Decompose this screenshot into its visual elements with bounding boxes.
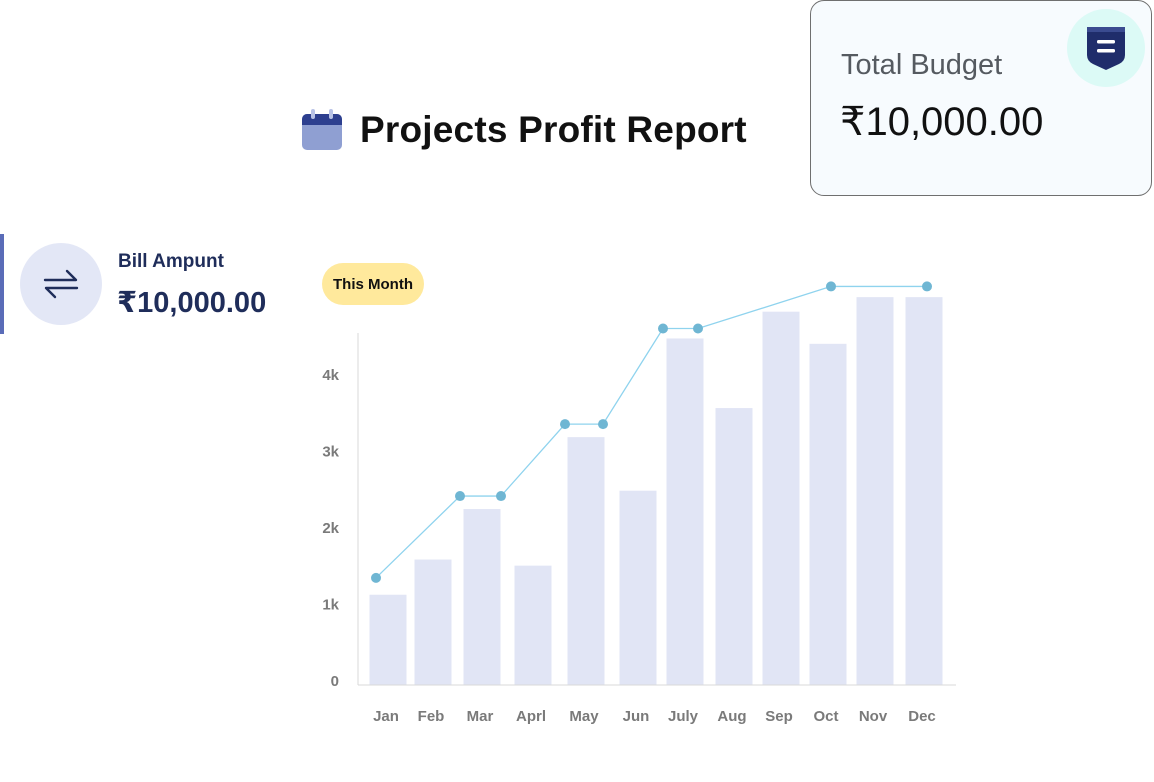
x-tick-label: Oct — [813, 708, 838, 725]
trend-point-dec — [922, 281, 932, 292]
y-tick-label: 0 — [331, 673, 339, 690]
bar-feb — [414, 559, 452, 685]
x-tick-label: Aug — [717, 708, 746, 725]
bar-july — [666, 338, 704, 685]
trend-point-jun — [598, 419, 608, 430]
x-tick-label: Nov — [859, 708, 888, 725]
bar-aug — [715, 408, 753, 685]
x-tick-label: Sep — [765, 708, 793, 725]
bar-may — [567, 437, 605, 685]
y-tick-label: 4k — [322, 367, 339, 384]
x-tick-label: Aprl — [516, 708, 546, 725]
trend-point-oct — [826, 281, 836, 292]
bar-mar — [463, 509, 501, 685]
x-tick-label: Jan — [373, 708, 399, 725]
x-tick-label: May — [569, 708, 599, 725]
y-tick-label: 3k — [322, 444, 339, 461]
trend-point-july — [658, 323, 668, 334]
trend-point-may — [560, 419, 570, 430]
bar-nov — [856, 297, 894, 685]
bar-sep — [762, 311, 800, 685]
bar-aprl — [514, 565, 552, 685]
x-tick-label: Dec — [908, 708, 936, 725]
profit-chart: 0 1k 2k 3k 4k Jan Feb Mar Aprl May Jun July Aug Sep Oc… — [322, 281, 956, 725]
bar-dec — [905, 297, 943, 685]
x-tick-label: Feb — [418, 708, 445, 725]
x-tick-label: Mar — [467, 708, 494, 725]
bar-oct — [809, 343, 847, 685]
x-tick-label: July — [668, 708, 699, 725]
trend-point-aprl — [496, 491, 506, 502]
y-tick-label: 2k — [322, 520, 339, 537]
trend-point-jan — [371, 572, 381, 583]
bar-jan — [369, 594, 407, 685]
bar-jun — [619, 490, 657, 685]
trend-point-mar — [455, 491, 465, 502]
trend-point-aug — [693, 323, 703, 334]
x-tick-label: Jun — [623, 708, 650, 725]
bars-layer — [369, 297, 943, 685]
y-tick-label: 1k — [322, 597, 339, 614]
